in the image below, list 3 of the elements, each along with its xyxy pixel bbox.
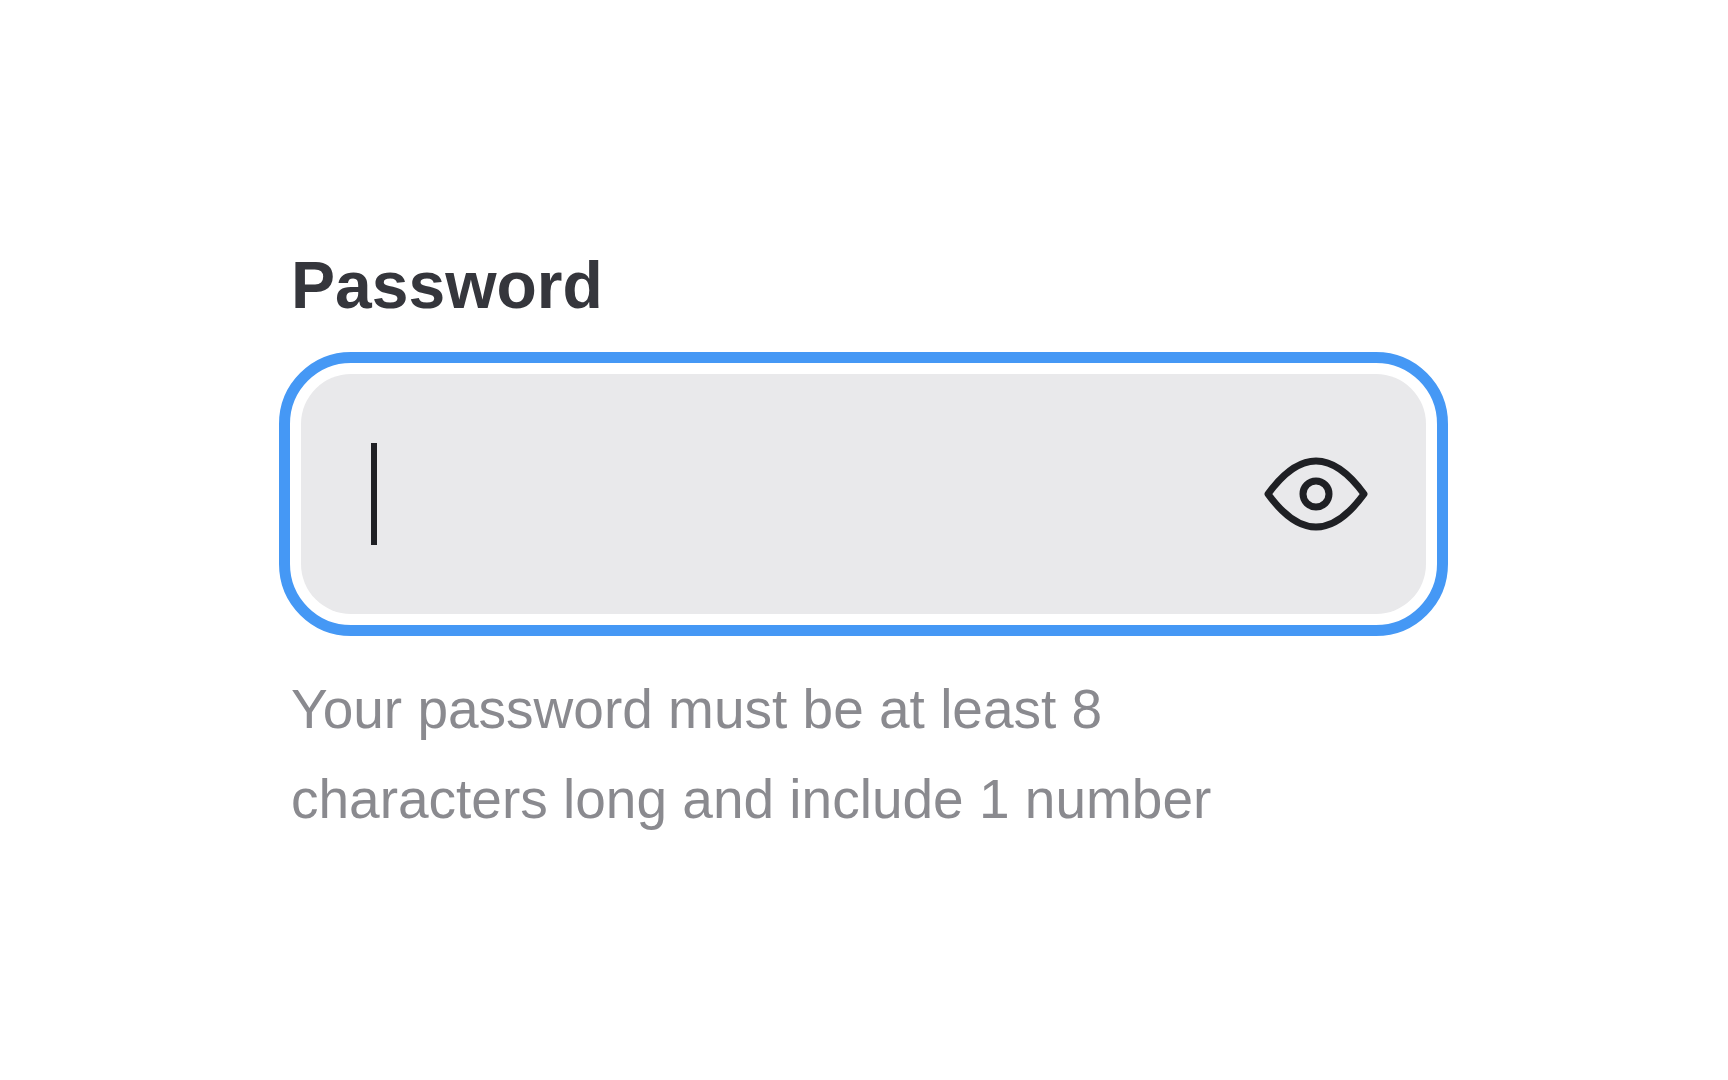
password-field[interactable] [279,352,1448,636]
helper-text: Your password must be at least 8 characters long and include 1 number [291,677,1213,832]
field-label: Password [291,252,603,318]
